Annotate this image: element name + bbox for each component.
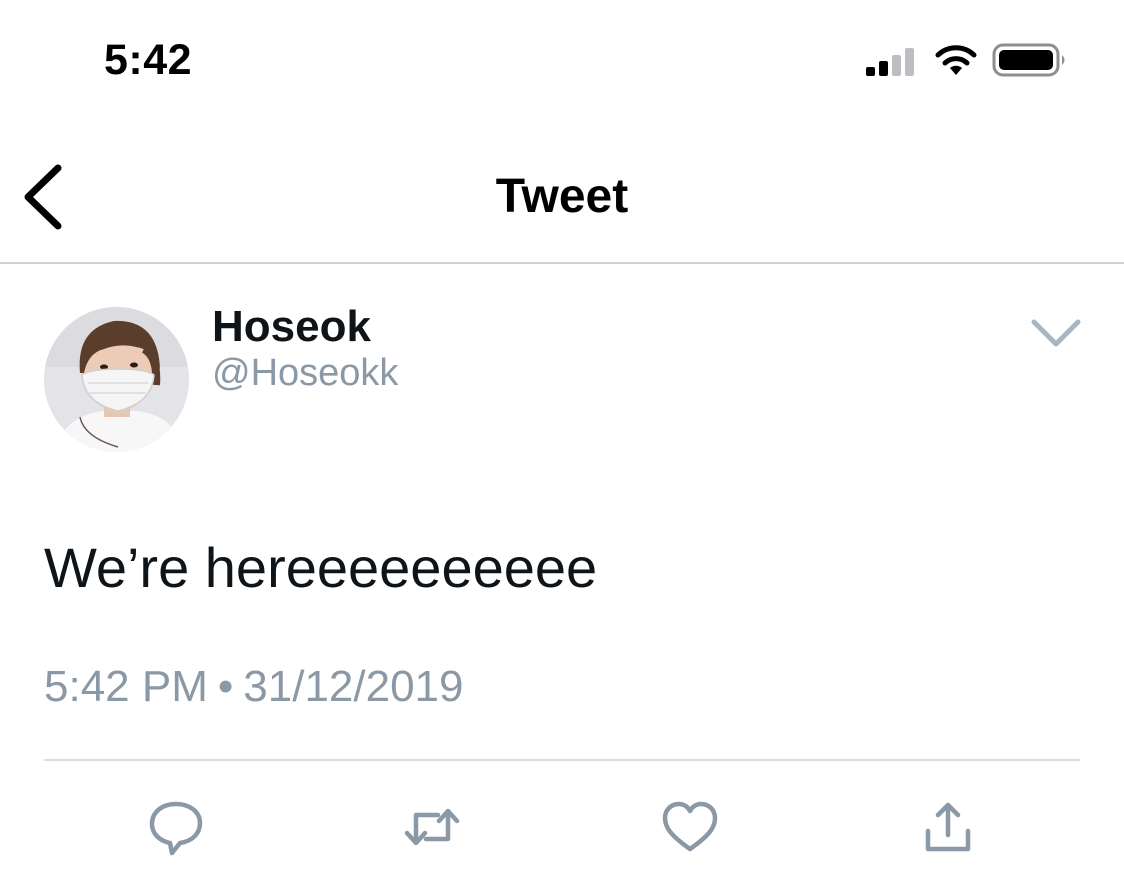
chevron-down-icon[interactable] bbox=[1028, 312, 1084, 352]
tweet-text: We’re hereeeeeeeeee bbox=[44, 536, 598, 599]
status-time: 5:42 bbox=[104, 36, 193, 84]
wifi-icon bbox=[935, 45, 977, 75]
battery-icon bbox=[992, 43, 1065, 77]
actions-divider bbox=[44, 759, 1080, 761]
avatar-image bbox=[44, 307, 189, 452]
retweet-icon[interactable] bbox=[402, 797, 462, 857]
like-icon[interactable] bbox=[660, 797, 720, 857]
share-icon[interactable] bbox=[918, 797, 978, 857]
header-divider bbox=[0, 262, 1124, 264]
page-title: Tweet bbox=[495, 170, 629, 223]
meta-separator: • bbox=[217, 662, 234, 711]
tweet-timestamp: 5:42 PM • 31/12/2019 bbox=[44, 660, 464, 714]
tweet-detail-screen: 5:42 Tweet Hoseok @Hoseokk We’re hereeee… bbox=[0, 0, 1124, 885]
author-handle[interactable]: @Hoseokk bbox=[212, 350, 398, 396]
avatar[interactable] bbox=[44, 307, 189, 452]
cellular-signal-icon bbox=[866, 48, 914, 76]
tweet-time: 5:42 PM bbox=[44, 662, 208, 711]
reply-icon[interactable] bbox=[146, 797, 206, 857]
tweet-date: 31/12/2019 bbox=[243, 662, 464, 711]
author-display-name[interactable]: Hoseok bbox=[212, 301, 371, 353]
